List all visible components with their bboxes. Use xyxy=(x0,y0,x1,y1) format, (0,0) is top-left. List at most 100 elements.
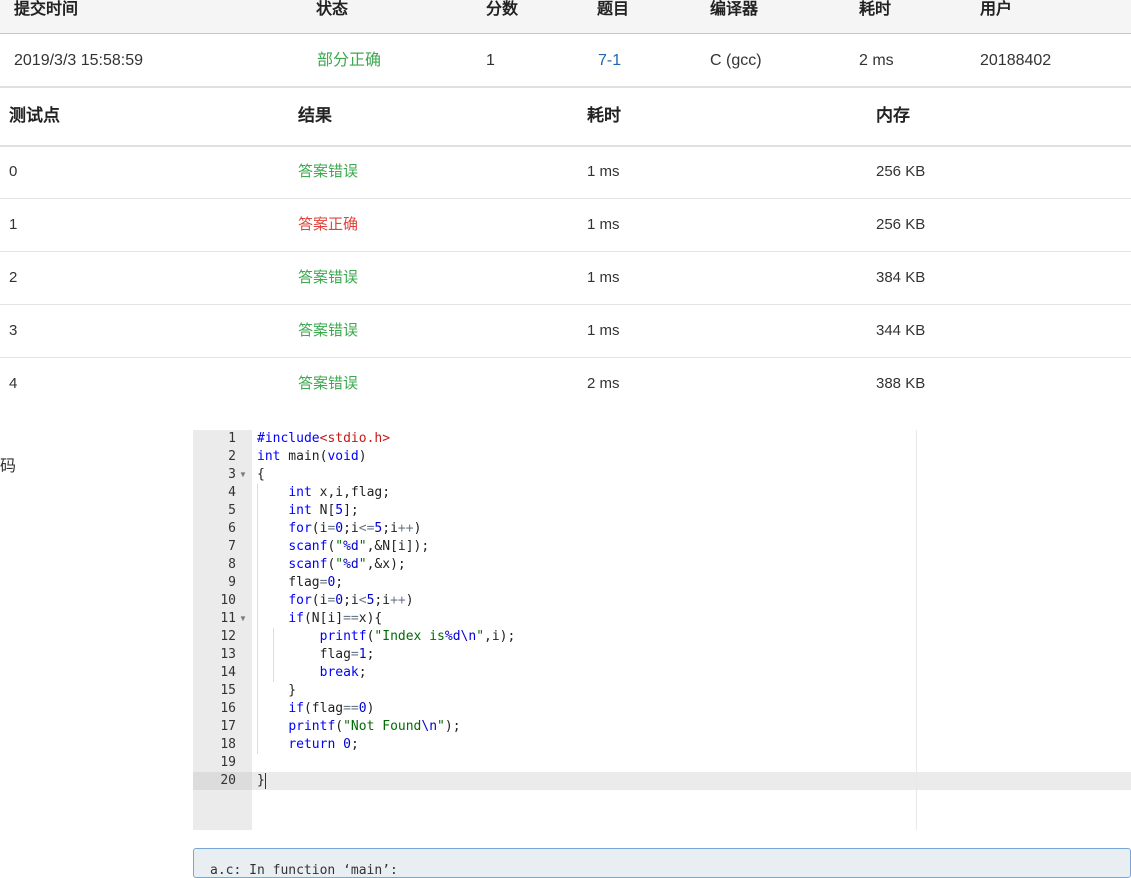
line-number: 17 xyxy=(220,719,236,734)
header-score: 分数 xyxy=(486,1,519,18)
code-line: 7 scanf("%d",&N[i]); xyxy=(193,538,1131,556)
table-row: 2 答案错误 1 ms 384 KB xyxy=(0,252,1131,305)
code-line: 8 scanf("%d",&x); xyxy=(193,556,1131,574)
line-number: 19 xyxy=(220,755,236,770)
header-submit-time: 提交时间 xyxy=(14,1,79,18)
header-compiler: 编译器 xyxy=(710,1,759,18)
code-line: 1 #include<stdio.h> xyxy=(193,430,1131,448)
code-text: int N[5]; xyxy=(288,503,359,518)
code-line: 17 printf("Not Found\n"); xyxy=(193,718,1131,736)
code-text: #include<stdio.h> xyxy=(257,431,391,446)
code-line: 20} xyxy=(193,772,1131,790)
testcase-id: 0 xyxy=(9,163,18,180)
line-number: 13 xyxy=(220,647,236,662)
submit-time: 2019/3/3 15:58:59 xyxy=(14,52,144,69)
submission-score: 1 xyxy=(486,52,495,69)
code-text: for(i=0;i<=5;i++) xyxy=(288,521,422,536)
testcase-time: 2 ms xyxy=(587,375,620,392)
line-number: 4 xyxy=(228,485,236,500)
code-editor[interactable]: 1 #include<stdio.h> 2 int main(void) 3 ▼{4 in… xyxy=(193,430,1131,830)
submission-user: 20188402 xyxy=(980,52,1052,69)
submission-compiler: C (gcc) xyxy=(710,52,762,69)
line-number: 1 xyxy=(228,431,236,446)
text-cursor xyxy=(265,773,266,789)
code-text: } xyxy=(257,773,265,788)
code-text: if(flag==0) xyxy=(288,701,375,716)
code-text: printf("Not Found\n"); xyxy=(288,719,461,734)
line-number: 11 xyxy=(220,611,236,626)
header-memory: 内存 xyxy=(876,106,910,125)
testcase-id: 2 xyxy=(9,269,18,286)
code-text: if(N[i]==x){ xyxy=(288,611,383,626)
code-text: scanf("%d",&x); xyxy=(288,557,406,572)
code-label: 代码 xyxy=(0,458,17,475)
header-problem: 题目 xyxy=(597,1,630,18)
code-line: 2 int main(void) xyxy=(193,448,1131,466)
code-line: 6 for(i=0;i<=5;i++) xyxy=(193,520,1131,538)
code-text: printf("Index is%d\n",i); xyxy=(319,629,516,644)
line-number: 7 xyxy=(228,539,236,554)
header-testcase: 测试点 xyxy=(9,106,60,125)
testcase-memory: 388 KB xyxy=(876,375,926,392)
testcase-time: 1 ms xyxy=(587,269,620,286)
code-text: return 0; xyxy=(288,737,359,752)
table-row: 4 答案错误 2 ms 388 KB xyxy=(0,358,1131,410)
code-line: 10 for(i=0;i<5;i++) xyxy=(193,592,1131,610)
table-row: 1 答案正确 1 ms 256 KB xyxy=(0,199,1131,252)
code-text: int main(void) xyxy=(257,449,367,464)
table-row: 3 答案错误 1 ms 344 KB xyxy=(0,305,1131,358)
code-text: flag=1; xyxy=(257,647,375,662)
table-row: 0 答案错误 1 ms 256 KB xyxy=(0,146,1131,199)
testcase-header-row: 测试点 结果 耗时 内存 xyxy=(0,88,1131,147)
code-text: break; xyxy=(319,665,367,680)
line-number: 2 xyxy=(228,449,236,464)
testcase-time: 1 ms xyxy=(587,216,620,233)
line-number: 5 xyxy=(228,503,236,518)
code-text: int x,i,flag; xyxy=(288,485,391,500)
line-number: 6 xyxy=(228,521,236,536)
testcase-memory: 344 KB xyxy=(876,322,926,339)
header-status: 状态 xyxy=(316,1,349,18)
line-number: 10 xyxy=(220,593,236,608)
code-line: 11 ▼ if(N[i]==x){ xyxy=(193,610,1131,628)
fold-triangle-icon[interactable]: ▼ xyxy=(239,610,247,628)
header-elapsed: 耗时 xyxy=(859,1,892,18)
line-number: 3 xyxy=(228,467,236,482)
compiler-output-box[interactable]: a.c: In function ‘main’: xyxy=(193,848,1131,878)
testcase-time: 1 ms xyxy=(587,322,620,339)
testcase-result: 答案错误 xyxy=(298,375,359,392)
line-number: 20 xyxy=(220,773,236,788)
code-line: 3 ▼ { xyxy=(193,466,1131,484)
testcase-memory: 256 KB xyxy=(876,163,926,180)
testcase-memory: 384 KB xyxy=(876,269,926,286)
line-number: 9 xyxy=(228,575,236,590)
problem-link[interactable]: 7-1 xyxy=(598,51,621,71)
fold-triangle-icon[interactable]: ▼ xyxy=(239,466,247,484)
code-line: 9 flag=0; xyxy=(193,574,1131,592)
submission-elapsed: 2 ms xyxy=(859,52,894,69)
testcase-id: 1 xyxy=(9,216,18,233)
testcase-memory: 256 KB xyxy=(876,216,926,233)
submission-header-row: 提交时间 状态 分数 题目 编译器 耗时 用户 xyxy=(0,0,1131,34)
header-user: 用户 xyxy=(980,1,1013,18)
line-number: 14 xyxy=(220,665,236,680)
submission-row: 2019/3/3 15:58:59 部分正确 1 7-1 C (gcc) 2 m… xyxy=(0,34,1131,88)
code-line: 14 break; xyxy=(193,664,1131,682)
testcase-result: 答案正确 xyxy=(298,216,359,233)
code-line: 18 return 0; xyxy=(193,736,1131,754)
line-number: 12 xyxy=(220,629,236,644)
header-time: 耗时 xyxy=(587,106,621,125)
code-line: 19 xyxy=(193,754,1131,772)
line-number: 16 xyxy=(220,701,236,716)
code-line: 12 printf("Index is%d\n",i); xyxy=(193,628,1131,646)
testcase-result: 答案错误 xyxy=(298,163,359,180)
testcase-id: 3 xyxy=(9,322,18,339)
code-line: 16 if(flag==0) xyxy=(193,700,1131,718)
code-text: for(i=0;i<5;i++) xyxy=(288,593,414,608)
line-number: 15 xyxy=(220,683,236,698)
code-line: 15 } xyxy=(193,682,1131,700)
code-text: { xyxy=(257,467,265,482)
submission-status: 部分正确 xyxy=(317,52,382,69)
header-result: 结果 xyxy=(298,106,332,125)
code-line: 13 flag=1; xyxy=(193,646,1131,664)
